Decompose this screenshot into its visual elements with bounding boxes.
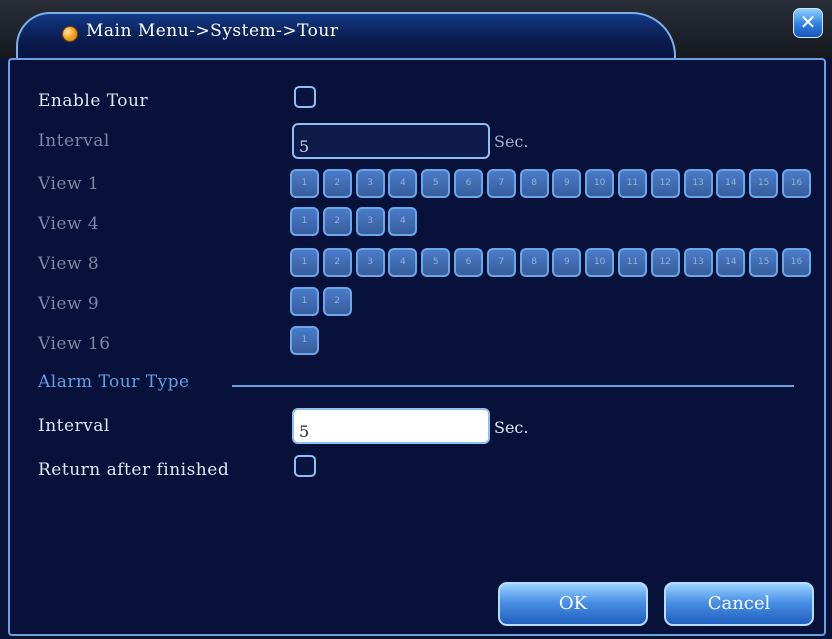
channel-button[interactable]: 3 <box>355 207 385 236</box>
menu-icon <box>62 26 78 42</box>
channel-button[interactable]: 10 <box>585 248 615 277</box>
alarm-interval-unit: Sec. <box>494 418 529 437</box>
alarm-tour-section-title: Alarm Tour Type <box>38 372 190 392</box>
channel-button[interactable]: 2 <box>322 248 352 277</box>
return-after-finished-label: Return after finished <box>38 460 230 480</box>
channel-button[interactable]: 11 <box>618 169 647 198</box>
channel-button[interactable]: 16 <box>782 169 811 198</box>
channel-button[interactable]: 8 <box>519 169 549 198</box>
channel-button[interactable]: 12 <box>650 169 680 198</box>
channel-button[interactable]: 13 <box>683 169 713 198</box>
window-title: Main Menu->System->Tour <box>86 21 339 41</box>
channel-button[interactable]: 16 <box>782 248 811 277</box>
view-9-label: View 9 <box>38 294 100 314</box>
channel-button[interactable]: 4 <box>388 248 418 277</box>
channel-button[interactable]: 1 <box>290 169 319 198</box>
channel-button[interactable]: 4 <box>388 207 418 236</box>
channel-button[interactable]: 3 <box>355 169 385 198</box>
return-after-finished-checkbox[interactable] <box>294 455 316 477</box>
channel-button[interactable]: 13 <box>683 248 713 277</box>
channel-button[interactable]: 3 <box>355 248 385 277</box>
view-16-label: View 16 <box>38 334 111 354</box>
channel-button[interactable]: 12 <box>650 248 680 277</box>
channel-button[interactable]: 2 <box>322 169 352 198</box>
channel-button[interactable]: 5 <box>421 169 451 198</box>
channel-button[interactable]: 4 <box>388 169 418 198</box>
channel-button[interactable]: 11 <box>618 248 647 277</box>
channel-button[interactable]: 14 <box>716 169 746 198</box>
channel-button[interactable]: 9 <box>552 169 582 198</box>
close-icon[interactable]: ✕ <box>793 8 823 38</box>
channel-button[interactable]: 6 <box>454 248 483 277</box>
channel-button[interactable]: 14 <box>716 248 746 277</box>
view-4-label: View 4 <box>38 214 100 234</box>
enable-tour-label: Enable Tour <box>38 91 149 111</box>
channel-button[interactable]: 7 <box>486 248 516 277</box>
alarm-interval-input[interactable]: 5 <box>292 408 490 444</box>
interval-label: Interval <box>38 131 110 151</box>
cancel-button[interactable]: Cancel <box>664 582 814 626</box>
interval-input[interactable]: 5 <box>292 123 490 159</box>
tour-dialog: Main Menu->System->Tour ✕ Enable Tour In… <box>0 0 832 639</box>
channel-button[interactable]: 1 <box>290 207 319 236</box>
channel-button[interactable]: 15 <box>749 248 779 277</box>
channel-button[interactable]: 5 <box>421 248 451 277</box>
enable-tour-checkbox[interactable] <box>294 86 316 108</box>
channel-button[interactable]: 1 <box>290 287 319 316</box>
view-8-label: View 8 <box>38 254 100 274</box>
channel-button[interactable]: 9 <box>552 248 582 277</box>
channel-button[interactable]: 8 <box>519 248 549 277</box>
channel-button[interactable]: 1 <box>290 248 319 277</box>
channel-button[interactable]: 7 <box>486 169 516 198</box>
section-divider <box>232 385 794 387</box>
channel-button[interactable]: 1 <box>290 326 319 355</box>
channel-button[interactable]: 10 <box>585 169 615 198</box>
ok-button[interactable]: OK <box>498 582 648 626</box>
view-1-label: View 1 <box>38 174 100 194</box>
channel-button[interactable]: 2 <box>322 287 352 316</box>
interval-unit: Sec. <box>494 132 529 151</box>
channel-button[interactable]: 15 <box>749 169 779 198</box>
alarm-interval-label: Interval <box>38 416 110 436</box>
channel-button[interactable]: 6 <box>454 169 483 198</box>
channel-button[interactable]: 2 <box>322 207 352 236</box>
